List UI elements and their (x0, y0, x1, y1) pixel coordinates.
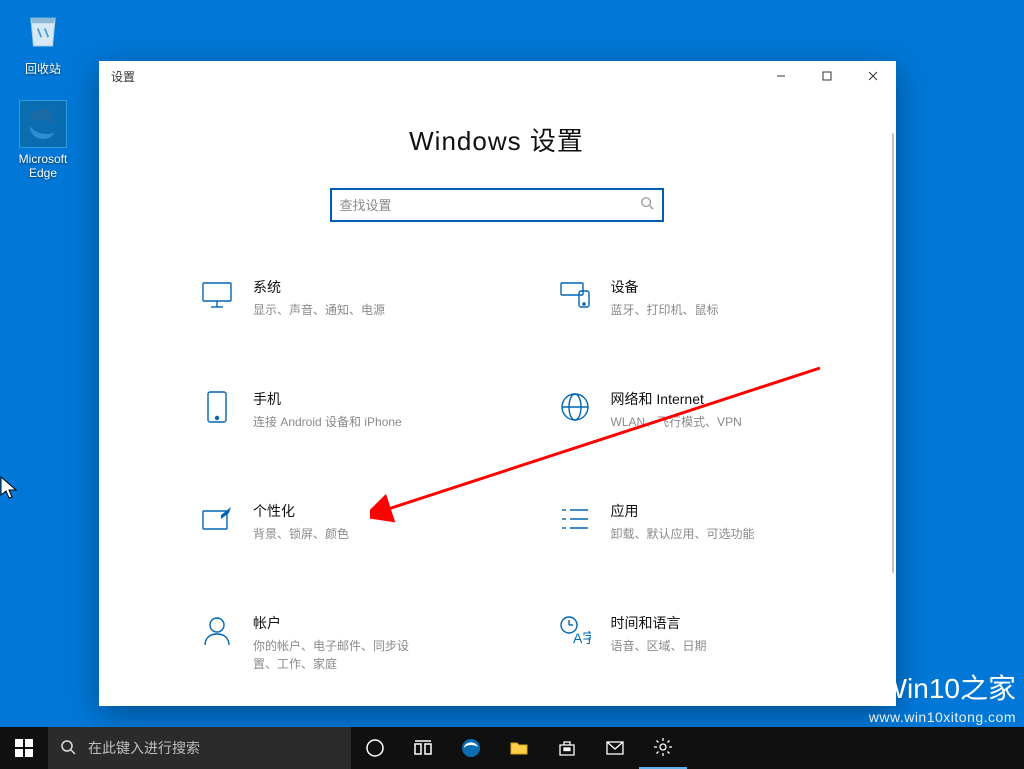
desktop-icon-edge[interactable]: Microsoft Edge (6, 100, 80, 180)
category-devices[interactable]: 设备蓝牙、打印机、鼠标 (497, 277, 855, 319)
close-button[interactable] (850, 61, 896, 91)
category-system[interactable]: 系统显示、声音、通知、电源 (139, 277, 497, 319)
scrollbar[interactable] (892, 133, 894, 573)
taskbar-store[interactable] (543, 727, 591, 769)
system-icon (199, 277, 235, 313)
time-language-icon: A字 (557, 613, 593, 649)
taskbar (0, 727, 1024, 769)
edge-icon (19, 100, 67, 148)
category-title: 帐户 (253, 613, 423, 633)
taskbar-file-explorer[interactable] (495, 727, 543, 769)
category-title: 网络和 Internet (611, 389, 742, 409)
category-desc: 蓝牙、打印机、鼠标 (611, 301, 719, 319)
taskbar-settings[interactable] (639, 727, 687, 769)
network-icon (557, 389, 593, 425)
svg-text:A字: A字 (573, 630, 591, 646)
category-desc: 你的帐户、电子邮件、同步设置、工作、家庭 (253, 637, 423, 673)
cursor-icon (0, 476, 18, 500)
page-title: Windows 设置 (99, 121, 894, 158)
start-button[interactable] (0, 727, 48, 769)
category-desc: 背景、锁屏、颜色 (253, 525, 349, 543)
category-title: 手机 (253, 389, 402, 409)
taskbar-search[interactable] (48, 727, 351, 769)
desktop-icon-recycle-bin[interactable]: 回收站 (6, 8, 80, 77)
category-time-language[interactable]: A字 时间和语言语音、区域、日期 (497, 613, 855, 673)
category-title: 个性化 (253, 501, 349, 521)
category-apps[interactable]: 应用卸载、默认应用、可选功能 (497, 501, 855, 543)
category-title: 时间和语言 (611, 613, 707, 633)
minimize-button[interactable] (758, 61, 804, 91)
category-title: 应用 (611, 501, 755, 521)
taskbar-edge[interactable] (447, 727, 495, 769)
window-title: 设置 (99, 68, 135, 85)
search-input[interactable] (340, 198, 640, 213)
phone-icon (199, 389, 235, 425)
settings-window: 设置 Windows 设置 系统显示、声音、通知、电源 设 (99, 61, 896, 706)
desktop-icon-label: Microsoft Edge (6, 152, 80, 180)
category-title: 系统 (253, 277, 385, 297)
desktop-icon-label: 回收站 (6, 60, 80, 77)
category-personalization[interactable]: 个性化背景、锁屏、颜色 (139, 501, 497, 543)
accounts-icon (199, 613, 235, 649)
taskbar-search-input[interactable] (88, 740, 351, 756)
task-view-button[interactable] (399, 727, 447, 769)
category-desc: 显示、声音、通知、电源 (253, 301, 385, 319)
category-accounts[interactable]: 帐户你的帐户、电子邮件、同步设置、工作、家庭 (139, 613, 497, 673)
taskbar-mail[interactable] (591, 727, 639, 769)
search-settings[interactable] (330, 188, 664, 222)
category-title: 设备 (611, 277, 719, 297)
recycle-bin-icon (19, 8, 67, 56)
category-phone[interactable]: 手机连接 Android 设备和 iPhone (139, 389, 497, 431)
watermark-url: www.win10xitong.com (840, 709, 1016, 725)
category-desc: WLAN、飞行模式、VPN (611, 413, 742, 431)
watermark-brand: Win10之家 (881, 667, 1016, 707)
category-network[interactable]: 网络和 Internet WLAN、飞行模式、VPN (497, 389, 855, 431)
apps-icon (557, 501, 593, 537)
titlebar: 设置 (99, 61, 896, 91)
search-icon (640, 196, 654, 215)
category-desc: 卸载、默认应用、可选功能 (611, 525, 755, 543)
maximize-button[interactable] (804, 61, 850, 91)
devices-icon (557, 277, 593, 313)
personalization-icon (199, 501, 235, 537)
category-desc: 语音、区域、日期 (611, 637, 707, 655)
cortana-button[interactable] (351, 727, 399, 769)
category-desc: 连接 Android 设备和 iPhone (253, 413, 402, 431)
search-icon (60, 739, 76, 758)
